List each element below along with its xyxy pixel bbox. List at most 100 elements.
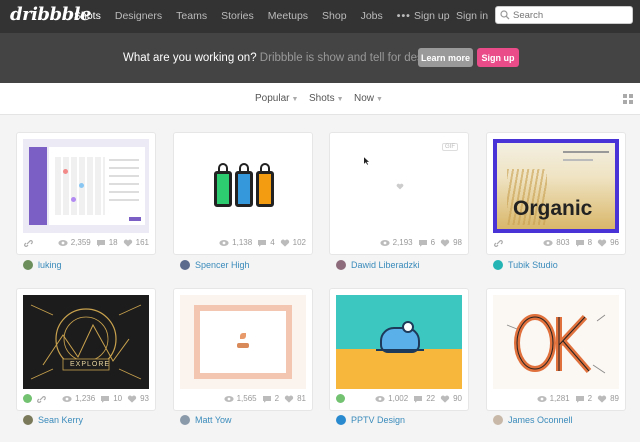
shot-author-3[interactable]: Dawid Liberadzki [336,260,420,270]
avatar[interactable] [180,415,190,425]
shot-author-6[interactable]: Matt Yow [180,415,232,425]
banner-question: What are you working on? [123,52,257,64]
shot-author-8[interactable]: James Oconnell [493,415,573,425]
heart-icon[interactable] [280,239,290,247]
comments-count: 2 [587,394,593,403]
author-name[interactable]: Spencer High [195,260,250,270]
heart-icon[interactable] [597,395,607,403]
shot-card-8[interactable]: 1,281 2 89 [487,289,625,410]
shot-stats: 1,565 2 81 [174,394,312,404]
shot-card-3[interactable]: GIF 2,193 6 98 [330,133,468,254]
search-input[interactable] [513,8,628,22]
avatar[interactable] [23,415,33,425]
avatar[interactable] [180,260,190,270]
shot-stats: 2,193 6 98 [330,238,468,248]
heart-icon[interactable] [284,395,294,403]
nav-jobs[interactable]: Jobs [361,10,383,22]
shot-card-6[interactable]: 1,565 2 81 [174,289,312,410]
link-icon[interactable] [493,238,504,248]
shot-thumbnail[interactable] [336,295,462,389]
author-name[interactable]: Dawid Liberadzki [351,260,420,270]
shot-thumbnail[interactable]: GIF [336,139,462,233]
views-eye-icon [537,395,547,402]
avatar[interactable] [493,415,503,425]
explore-label: EXPLORE [70,361,111,368]
filter-shots-dropdown[interactable]: Shots ▼ [309,93,344,104]
avatar[interactable] [336,260,346,270]
shot-thumbnail[interactable] [180,139,306,233]
views-count: 1,002 [388,394,409,403]
filter-now-dropdown[interactable]: Now ▼ [354,93,383,104]
heart-icon[interactable] [597,239,607,247]
author-name[interactable]: Sean Kerry [38,415,83,425]
author-name[interactable]: James Oconnell [508,415,573,425]
shot-author-5[interactable]: Sean Kerry [23,415,83,425]
shot-stats: 1,281 2 89 [487,394,625,404]
nav-designers[interactable]: Designers [115,10,162,22]
shot-author-1[interactable]: luking [23,260,62,270]
shot-card-7[interactable]: 1,002 22 90 [330,289,468,410]
views-count: 1,236 [75,394,96,403]
likes-count: 89 [610,394,619,403]
shot-card-2[interactable]: 1,138 4 102 [174,133,312,254]
views-count: 1,565 [236,394,257,403]
shot-thumbnail[interactable] [23,139,149,233]
nav-meetups[interactable]: Meetups [268,10,308,22]
shot-card-1[interactable]: 2,359 18 161 [17,133,155,254]
avatar[interactable] [493,260,503,270]
shot-stats: 1,002 22 90 [330,394,468,404]
learn-more-button[interactable]: Learn more [418,48,473,67]
shot-thumbnail[interactable] [493,295,619,389]
gif-badge: GIF [442,143,458,151]
shot-author-2[interactable]: Spencer High [180,260,250,270]
heart-icon[interactable] [127,395,137,403]
chevron-down-icon: ▼ [336,96,344,103]
organic-headline: Organic [513,197,593,220]
author-name[interactable]: PPTV Design [351,415,405,425]
search-icon [500,10,510,20]
likes-count: 96 [610,238,619,247]
heart-icon[interactable] [440,239,450,247]
heart-icon[interactable] [440,395,450,403]
views-eye-icon [375,395,385,402]
avatar[interactable] [336,415,346,425]
grid-view-icon[interactable] [623,94,633,104]
top-nav-bar: dribbble Shots Designers Teams Stories M… [0,0,640,33]
comment-icon [96,239,105,247]
author-name[interactable]: Tubik Studio [508,260,558,270]
gif-indicator-icon [336,394,345,403]
nav-more-icon[interactable]: ••• [397,10,411,22]
views-count: 1,138 [232,238,253,247]
shot-thumbnail[interactable]: Organic [493,139,619,233]
shot-card-5[interactable]: EXPLORE 1,236 10 93 [17,289,155,410]
shot-stats: 2,359 18 161 [17,238,155,248]
nav-stories[interactable]: Stories [221,10,254,22]
comments-count: 4 [270,238,275,247]
shot-author-4[interactable]: Tubik Studio [493,260,558,270]
shot-thumbnail[interactable] [180,295,306,389]
shot-card-4[interactable]: Organic 803 8 96 [487,133,625,254]
intro-banner: What are you working on? Dribbble is sho… [0,33,640,83]
views-count: 803 [556,238,570,247]
filter-popular-label: Popular [255,93,290,104]
heart-icon[interactable] [123,239,133,247]
nav-shots[interactable]: Shots [74,10,101,22]
header-sign-up-link[interactable]: Sign up [414,10,450,22]
filter-popular-dropdown[interactable]: Popular ▼ [255,93,298,104]
link-icon[interactable] [36,394,47,404]
author-name[interactable]: luking [38,260,62,270]
shot-thumbnail[interactable]: EXPLORE [23,295,149,389]
banner-sign-up-button[interactable]: Sign up [477,48,519,67]
link-icon[interactable] [23,238,34,248]
nav-shop[interactable]: Shop [322,10,347,22]
avatar[interactable] [23,260,33,270]
shot-author-7[interactable]: PPTV Design [336,415,405,425]
views-eye-icon [62,395,72,402]
comment-icon [575,395,584,403]
chevron-down-icon: ▼ [376,96,383,103]
nav-teams[interactable]: Teams [176,10,207,22]
author-name[interactable]: Matt Yow [195,415,232,425]
chevron-down-icon: ▼ [291,96,299,103]
header-sign-in-link[interactable]: Sign in [456,10,488,22]
comment-icon [262,395,271,403]
